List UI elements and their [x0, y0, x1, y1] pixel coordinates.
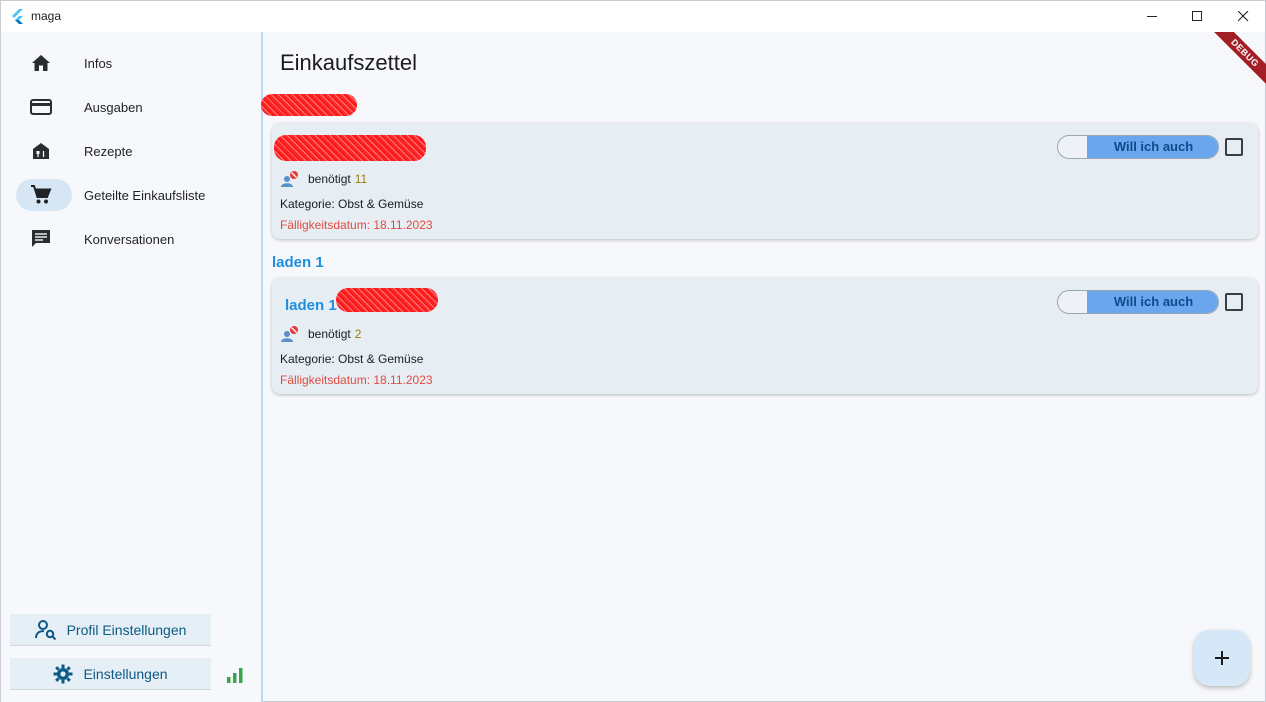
sidebar-item-infos[interactable]: Infos	[15, 46, 255, 80]
close-button[interactable]	[1220, 1, 1266, 32]
sidebar-item-label: Geteilte Einkaufsliste	[84, 188, 206, 203]
chat-icon	[29, 229, 53, 249]
needed-label: benötigt	[308, 327, 351, 341]
add-item-button[interactable]	[1194, 630, 1250, 686]
gear-icon	[53, 664, 73, 684]
app-window: maga Infos Ausgaben Rezepte Geteilte Ein…	[0, 0, 1266, 702]
sidebar-item-label: Rezepte	[84, 144, 133, 159]
redacted-item-title	[336, 288, 438, 312]
settings-button[interactable]: Einstellungen	[10, 658, 211, 690]
profile-settings-button[interactable]: Profil Einstellungen	[10, 614, 211, 646]
shopping-cart-icon	[29, 185, 53, 205]
sidebar-item-konversationen[interactable]: Konversationen	[15, 222, 255, 256]
signal-bars-icon	[227, 668, 243, 683]
redacted-group-header	[261, 94, 357, 116]
page-title: Einkaufszettel	[280, 50, 417, 75]
sidebar-navigation: Infos Ausgaben Rezepte Geteilte Einkaufs…	[1, 32, 263, 702]
category-text: Kategorie: Obst & Gemüse	[280, 352, 424, 366]
sidebar-item-rezepte[interactable]: Rezepte	[15, 134, 255, 168]
profile-settings-label: Profil Einstellungen	[66, 621, 187, 638]
needed-count: 11	[354, 172, 368, 186]
sidebar-item-ausgaben[interactable]: Ausgaben	[15, 90, 255, 124]
shopping-item-card[interactable]: benötigt 11 Kategorie: Obst & Gemüse Fäl…	[272, 123, 1258, 239]
needed-users-icon	[281, 171, 298, 187]
home-icon	[29, 53, 53, 73]
needed-users-icon	[281, 326, 298, 342]
toggle-label: Will ich auch	[1113, 139, 1194, 154]
due-date-text: Fälligkeitsdatum: 18.11.2023	[280, 218, 433, 232]
title-bar: maga	[1, 1, 1265, 32]
sidebar-item-label: Ausgaben	[84, 100, 143, 115]
sidebar-item-label: Infos	[84, 56, 113, 71]
sidebar-item-geteilte-einkaufsliste[interactable]: Geteilte Einkaufsliste	[15, 178, 255, 212]
want-too-toggle[interactable]: Will ich auch	[1057, 135, 1219, 159]
minimize-icon	[1146, 16, 1157, 17]
done-checkbox[interactable]	[1225, 138, 1243, 156]
debug-banner: DEBUG	[1186, 32, 1266, 112]
done-checkbox[interactable]	[1225, 293, 1243, 311]
window-title: maga	[31, 9, 62, 23]
toggle-label: Will ich auch	[1113, 294, 1194, 309]
category-text: Kategorie: Obst & Gemüse	[280, 197, 424, 211]
group-header: laden 1	[272, 254, 324, 271]
needed-count: 2	[354, 327, 362, 341]
credit-card-icon	[29, 97, 53, 117]
want-too-toggle[interactable]: Will ich auch	[1057, 290, 1219, 314]
flutter-logo-icon	[12, 9, 23, 24]
main-content: Einkaufszettel DEBUG benötigt 11 Kategor…	[261, 32, 1266, 702]
redacted-item-title	[274, 135, 426, 161]
maximize-button[interactable]	[1174, 1, 1220, 32]
settings-label: Einstellungen	[83, 665, 168, 682]
item-title: laden 1	[285, 297, 337, 314]
close-icon	[1237, 11, 1248, 22]
plus-icon	[1215, 651, 1229, 665]
sidebar-item-label: Konversationen	[84, 232, 175, 247]
needed-label: benötigt	[308, 172, 351, 186]
needed-row: benötigt 11	[280, 170, 367, 188]
due-date-text: Fälligkeitsdatum: 18.11.2023	[280, 373, 433, 387]
needed-row: benötigt 2	[280, 325, 361, 343]
maximize-icon	[1191, 11, 1202, 21]
minimize-button[interactable]	[1129, 1, 1175, 32]
manage-account-icon	[34, 619, 57, 640]
shopping-item-card[interactable]: laden 1 benötigt 2 Kategorie: Obst & Gem…	[272, 278, 1258, 394]
debug-banner-label: DEBUG	[1201, 32, 1266, 97]
recipe-house-icon	[29, 141, 53, 161]
